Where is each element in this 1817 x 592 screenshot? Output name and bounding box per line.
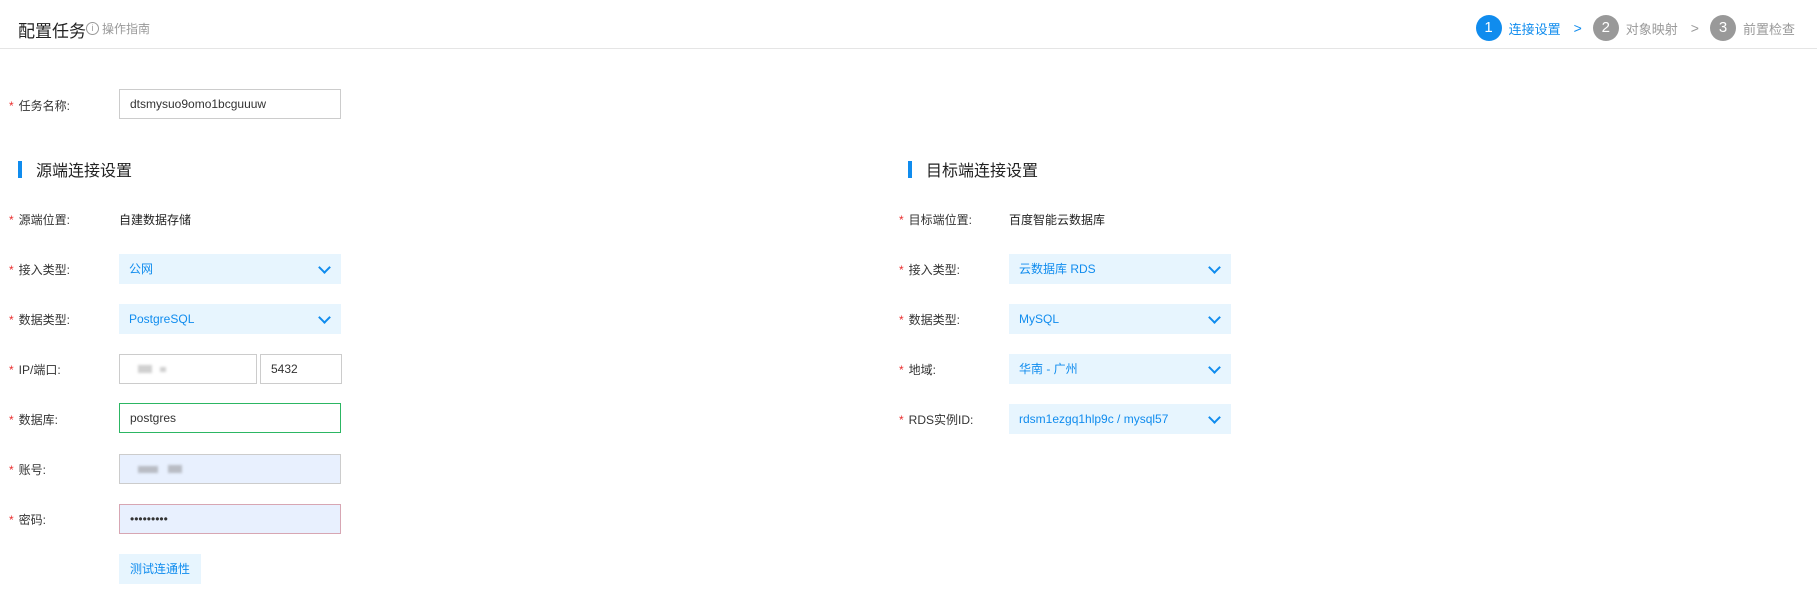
required-mark: * [9,463,14,477]
source-access-value: 公网 [129,262,154,276]
target-section-title-text: 目标端连接设置 [926,163,1039,180]
task-name-label-text: 任务名称: [18,99,71,113]
required-mark: * [9,99,14,113]
chevron-down-icon [1208,411,1221,424]
step-label: 前置检查 [1742,21,1795,37]
source-database-label-text: 数据库: [18,413,59,427]
target-dbtype-select[interactable]: MySQL [1009,304,1231,334]
step-label: 对象映射 [1625,21,1678,37]
target-access-value: 云数据库 RDS [1019,262,1096,276]
target-location-label-text: 目标端位置: [908,213,973,227]
chevron-right-icon: > [1690,20,1699,36]
source-account-input[interactable] [119,454,341,484]
source-section-title-text: 源端连接设置 [36,163,133,180]
source-access-label-text: 接入类型: [18,263,71,277]
required-mark: * [9,263,14,277]
step-precheck[interactable]: 3 前置检查 [1709,15,1795,41]
source-dbtype-label-text: 数据类型: [18,313,71,327]
source-dbtype-label: * 数据类型: [9,311,70,328]
step-number: 2 [1592,15,1619,41]
target-region-label-text: 地域: [908,363,937,377]
source-ipport-label-text: IP/端口: [18,363,61,377]
task-name-label: * 任务名称: [9,97,70,114]
required-mark: * [899,263,904,277]
required-mark: * [9,213,14,227]
source-dbtype-value: PostgreSQL [129,312,195,326]
source-location-label-text: 源端位置: [18,213,71,227]
chevron-down-icon [318,311,331,324]
source-section-title: 源端连接设置 [18,157,132,181]
step-number: 3 [1709,15,1736,41]
guide-link-label: 操作指南 [102,22,151,36]
required-mark: * [9,313,14,327]
task-name-input[interactable]: dtsmysuo9omo1bcguuuw [119,89,341,119]
redacted-text [168,465,182,473]
chevron-down-icon [1208,361,1221,374]
source-database-input[interactable]: postgres [119,403,341,433]
test-connection-button[interactable]: 测试连通性 [119,554,202,584]
required-mark: * [899,363,904,377]
source-access-select[interactable]: 公网 [119,254,341,284]
source-password-input[interactable]: ••••••••• [119,504,341,534]
source-password-label: * 密码: [9,511,46,528]
required-mark: * [899,313,904,327]
page-title: 配置任务 [18,22,86,41]
guide-link[interactable]: i 操作指南 [86,20,150,37]
target-location-label: * 目标端位置: [899,211,972,228]
source-dbtype-select[interactable]: PostgreSQL [119,304,341,334]
source-access-label: * 接入类型: [9,261,70,278]
target-location-value: 百度智能云数据库 [1009,213,1106,227]
target-region-label: * 地域: [899,361,936,378]
source-database-label: * 数据库: [9,411,58,428]
source-password-label-text: 密码: [18,513,47,527]
stepper: 1 连接设置 > 2 对象映射 > 3 前置检查 [1475,15,1795,41]
required-mark: * [9,363,14,377]
source-location-label: * 源端位置: [9,211,70,228]
target-dbtype-value: MySQL [1019,312,1060,326]
target-access-label-text: 接入类型: [908,263,961,277]
required-mark: * [9,413,14,427]
source-port-input[interactable]: 5432 [260,354,342,384]
source-account-label: * 账号: [9,461,46,478]
target-instance-label-text: RDS实例ID: [908,413,974,427]
chevron-down-icon [318,261,331,274]
source-ipport-label: * IP/端口: [9,361,61,378]
step-number: 1 [1475,15,1502,41]
chevron-down-icon [1208,261,1221,274]
target-access-label: * 接入类型: [899,261,960,278]
source-account-label-text: 账号: [18,463,47,477]
section-bar [908,160,912,178]
redacted-text [138,466,158,473]
target-region-select[interactable]: 华南 - 广州 [1009,354,1231,384]
target-instance-value: rdsm1ezgq1hlp9c / mysql57 [1019,412,1169,426]
redacted-text [160,367,166,372]
chevron-down-icon [1208,311,1221,324]
info-icon: i [86,22,99,35]
required-mark: * [9,513,14,527]
required-mark: * [899,413,904,427]
step-mapping[interactable]: 2 对象映射 [1592,15,1678,41]
target-section-title: 目标端连接设置 [908,157,1038,181]
redacted-text [138,365,152,373]
step-label: 连接设置 [1508,21,1561,37]
target-instance-label: * RDS实例ID: [899,411,973,428]
page-header: 配置任务 i 操作指南 1 连接设置 > 2 对象映射 > 3 前置检查 [0,0,1817,49]
source-location-value: 自建数据存储 [119,213,192,227]
target-access-select[interactable]: 云数据库 RDS [1009,254,1231,284]
chevron-right-icon: > [1573,20,1582,36]
source-ip-input[interactable] [119,354,257,384]
target-dbtype-label-text: 数据类型: [908,313,961,327]
step-connection[interactable]: 1 连接设置 [1475,15,1561,41]
required-mark: * [899,213,904,227]
section-bar [18,160,22,178]
target-region-value: 华南 - 广州 [1019,362,1078,376]
target-dbtype-label: * 数据类型: [899,311,960,328]
target-instance-select[interactable]: rdsm1ezgq1hlp9c / mysql57 [1009,404,1231,434]
